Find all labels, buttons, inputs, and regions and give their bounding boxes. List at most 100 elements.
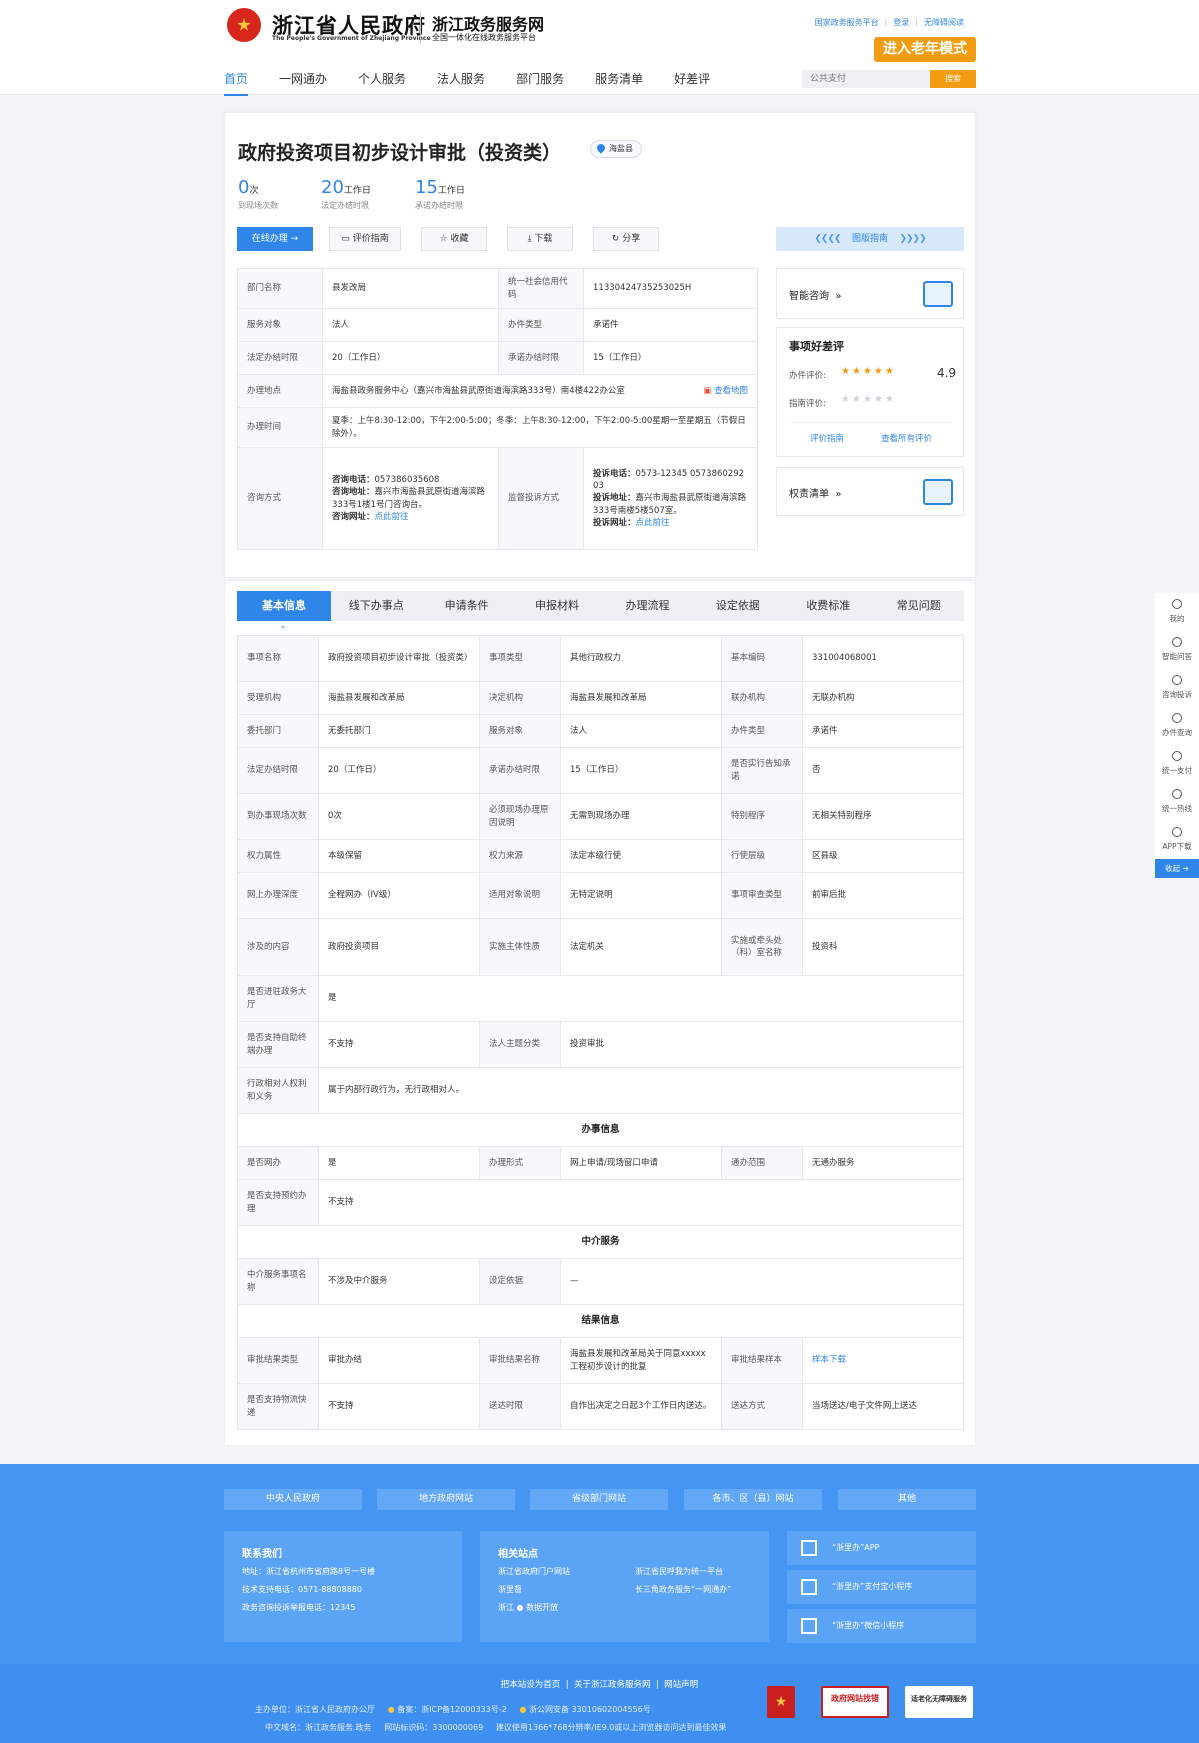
download-icon: ⤓: [527, 234, 532, 244]
footer-link-local[interactable]: 地方政府网站: [377, 1489, 515, 1510]
rating-panel: 事项好差评 办件评价: ★ ★ ★ ★ ★ 4.9 指南评价: ★ ★ ★ ★ ★ 评价指南 查…: [776, 327, 964, 457]
section-result-info: 结果信息: [237, 1304, 964, 1338]
item-title: 政府投资项目初步设计审批（投资类）: [238, 142, 562, 164]
footer-link-central[interactable]: 中央人民政府: [224, 1489, 362, 1510]
chat-icon: [923, 281, 953, 307]
related-link[interactable]: 浙江省政府门户网站: [498, 1563, 570, 1581]
tab-faq[interactable]: 常见问题: [874, 591, 964, 621]
phone-icon: [1172, 789, 1182, 799]
tab-materials[interactable]: 申报材料: [512, 591, 602, 621]
nav-legal-person[interactable]: 法人服务: [437, 70, 485, 96]
arrow-right-icon: ➔: [1182, 864, 1189, 873]
graphic-guide-button[interactable]: ❮❮❮❮ 图版指南 ❯❯❯❯: [776, 227, 964, 251]
nav-one-stop[interactable]: 一网通办: [279, 70, 327, 96]
footer-link-other[interactable]: 其他: [838, 1489, 976, 1510]
user-icon: [1172, 599, 1182, 609]
star-icon: ☆: [439, 234, 448, 244]
comment-icon: ▭: [341, 234, 350, 244]
download-button[interactable]: ⤓ 下载: [507, 227, 573, 251]
yen-icon: [1172, 751, 1182, 761]
nav-home[interactable]: 首页: [224, 70, 249, 96]
sidebar-smart-qa[interactable]: 智能问答: [1155, 631, 1199, 669]
tab-conditions[interactable]: 申请条件: [421, 591, 511, 621]
related-link[interactable]: 浙里督: [498, 1581, 570, 1599]
detail-table: 事项名称 政府投资项目初步设计审批（投资类） 事项类型 其他行政权力 基本编码 33100…: [237, 635, 964, 1430]
stat-visits: 0次 到现场次数: [238, 177, 278, 210]
online-apply-button[interactable]: 在线办理 →: [237, 227, 313, 251]
accessibility-link[interactable]: 无障碍阅读: [924, 17, 964, 28]
accessibility-badge[interactable]: 适老化无障碍服务: [905, 1686, 973, 1718]
sidebar-collapse-button[interactable]: 收起 ➔: [1155, 859, 1199, 878]
sidebar-hotline[interactable]: 统一热线: [1155, 783, 1199, 821]
footer-link-city[interactable]: 各市、区（县）网站: [684, 1489, 822, 1510]
floating-sidebar: 我的 智能问答 咨询投诉 办件查询 统一支付 统一热线 APP下载 收起 ➔: [1155, 593, 1199, 878]
wechat-qr-item[interactable]: “浙里办”微信小程序: [787, 1609, 976, 1643]
party-org-badge-icon[interactable]: ★: [767, 1686, 795, 1718]
about-link[interactable]: 关于浙江政务服务网: [574, 1680, 651, 1690]
nav-service-list[interactable]: 服务清单: [595, 70, 643, 96]
all-ratings-link[interactable]: 查看所有评价: [881, 432, 932, 444]
area-badge[interactable]: 海盐县: [590, 140, 642, 158]
qr-code-icon: [801, 1579, 817, 1595]
nav-rating[interactable]: 好差评: [674, 70, 710, 96]
tab-indicator-icon: ⌄: [279, 621, 287, 631]
consult-web-link[interactable]: 点此前往: [375, 512, 409, 522]
tab-basis[interactable]: 设定依据: [693, 591, 783, 621]
related-link[interactable]: 浙江省民呼我为统一平台: [635, 1563, 731, 1581]
tab-basic-info[interactable]: 基本信息: [237, 591, 331, 621]
item-summary-card: 政府投资项目初步设计审批（投资类） 海盐县 0次 到现场次数 20工作日 法定办结时…: [224, 112, 976, 578]
smart-consult-panel[interactable]: 智能咨询 »: [776, 268, 964, 319]
document-icon: [923, 479, 953, 505]
location-pin-icon: [595, 142, 607, 154]
tab-process[interactable]: 办理流程: [602, 591, 692, 621]
rating-guide-button[interactable]: ▭ 评价指南: [329, 227, 401, 251]
set-homepage-link[interactable]: 把本站设为首页: [501, 1680, 561, 1690]
national-platform-link[interactable]: 国家政务服务平台: [815, 17, 879, 28]
detail-card: 基本信息 线下办事点 申请条件 申报材料 办理流程 设定依据 收费标准 常见问题…: [224, 580, 976, 1446]
power-list-panel[interactable]: 权责清单 »: [776, 467, 964, 516]
alipay-qr-item[interactable]: “浙里办”支付宝小程序: [787, 1570, 976, 1604]
qr-code-icon: [801, 1540, 817, 1556]
app-qr-item[interactable]: “浙里办”APP: [787, 1531, 976, 1565]
view-map-link[interactable]: ▣ 查看地图: [703, 385, 748, 397]
app-download-icon: [1172, 827, 1182, 837]
stat-legal-limit: 20工作日 法定办结时限: [321, 177, 371, 210]
footer-link-dept[interactable]: 省级部门网站: [530, 1489, 668, 1510]
gov-en-title: The People's Government of Zhejiang Prov…: [272, 35, 431, 42]
arrow-right-icon: →: [290, 234, 299, 244]
tab-offline-points[interactable]: 线下办事点: [331, 591, 421, 621]
share-button[interactable]: ↻ 分享: [593, 227, 659, 251]
nav-personal[interactable]: 个人服务: [358, 70, 406, 96]
elderly-mode-button[interactable]: 进入老年模式: [874, 37, 976, 62]
sidebar-payment[interactable]: 统一支付: [1155, 745, 1199, 783]
site-footer: 中央人民政府 地方政府网站 省级部门网站 各市、区（县）网站 其他 联系我们 地…: [0, 1464, 1199, 1743]
contact-box: 联系我们 地址：浙江省杭州市省府路8号一号楼 技术支持电话：0571-888088…: [224, 1531, 462, 1642]
chevrons-right-icon: ❯❯❯❯: [899, 234, 926, 244]
login-link[interactable]: 登录: [893, 17, 909, 28]
section-handling-info: 办事信息: [237, 1113, 964, 1147]
sidebar-complaint[interactable]: 咨询投诉: [1155, 669, 1199, 707]
stat-promise-limit: 15工作日 承诺办结时限: [415, 177, 465, 210]
search-button[interactable]: 搜索: [930, 70, 976, 88]
police-badge-icon: ●: [387, 1705, 395, 1714]
complain-web-link[interactable]: 点此前往: [636, 518, 670, 528]
national-emblem-icon: [227, 8, 261, 42]
favorite-button[interactable]: ☆ 收藏: [421, 227, 487, 251]
tab-fees[interactable]: 收费标准: [783, 591, 873, 621]
rating-guide-link[interactable]: 评价指南: [810, 432, 844, 444]
related-link[interactable]: 浙江 ● 数据开放: [498, 1599, 570, 1617]
footer-bottom: 把本站设为首页 | 关于浙江政务服务网 | 网站声明 主办单位：浙江省人民政府办…: [0, 1664, 1199, 1743]
nav-department[interactable]: 部门服务: [516, 70, 564, 96]
search-input[interactable]: [802, 70, 930, 88]
sample-download-link[interactable]: 样本下载: [812, 1355, 846, 1365]
sidebar-query[interactable]: 办件查询: [1155, 707, 1199, 745]
section-intermediary: 中介服务: [237, 1225, 964, 1259]
sidebar-app[interactable]: APP下载: [1155, 821, 1199, 859]
statement-link[interactable]: 网站声明: [664, 1680, 698, 1690]
logo-divider: [420, 12, 421, 44]
map-icon: ▣: [703, 385, 712, 396]
error-report-badge[interactable]: 政府网站找错: [821, 1686, 889, 1718]
top-links: 国家政务服务平台 | 登录 | 无障碍阅读: [814, 17, 964, 28]
related-link[interactable]: 长三角政务服务“一网通办”: [635, 1581, 731, 1599]
sidebar-my[interactable]: 我的: [1155, 593, 1199, 631]
